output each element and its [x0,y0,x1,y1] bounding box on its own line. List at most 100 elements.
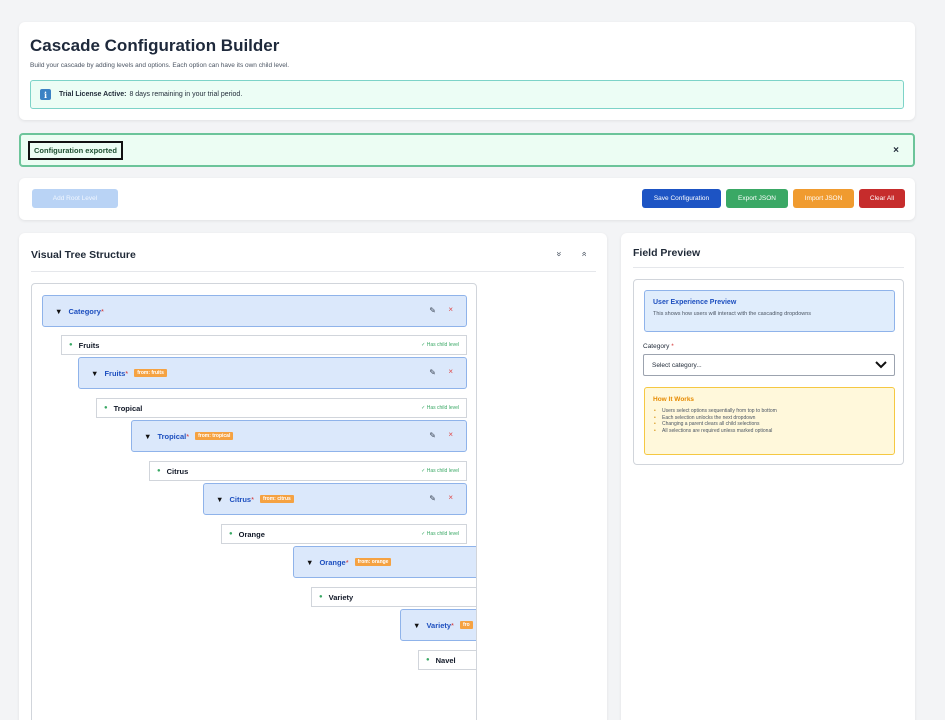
required-mark: * [251,494,255,504]
edit-icon[interactable]: ✎ [429,368,436,377]
required-mark: * [451,620,454,630]
page-title: Cascade Configuration Builder [30,36,280,55]
collapse-triangle-icon[interactable]: ▼ [306,558,313,567]
divider [31,271,596,272]
has-child-label: ✓ Has child level [421,468,459,474]
has-child-label: ✓ Has child level [421,531,459,537]
has-child-label: ✓ Has child level [421,342,459,348]
category-select[interactable]: Select category... [643,354,895,376]
required-mark: * [125,368,129,378]
tree-option[interactable]: ● Fruits ✓ Has child level [61,335,467,355]
has-child-label: ✓ Has child level [421,405,459,411]
save-configuration-button[interactable]: Save Configuration [642,189,721,208]
tree-panel: Visual Tree Structure » » ▼ Category * ✎ … [19,233,607,720]
category-label: Category * [643,343,674,350]
required-mark: * [100,306,104,316]
info-icon: i [40,89,51,100]
toolbar: Add Root Level Save Configuration Export… [19,178,915,220]
expand-all-icon[interactable]: » [579,251,589,256]
tree-option[interactable]: ● Tropical ✓ Has child level [96,398,467,418]
option-name: Citrus [166,466,189,476]
option-name: Orange [238,529,265,539]
collapse-triangle-icon[interactable]: ▼ [91,369,98,378]
option-dot-icon: ● [229,531,233,537]
required-mark: * [186,431,190,441]
from-badge: fro [459,621,473,629]
option-dot-icon: ● [426,657,430,663]
option-dot-icon: ● [104,405,108,411]
edit-icon[interactable]: ✎ [429,494,436,503]
tree-title: Visual Tree Structure [31,249,136,261]
tree-level[interactable]: ▼ Variety * fro [400,609,476,641]
list-item: All selections are required unless marke… [653,428,886,435]
import-json-button[interactable]: Import JSON [793,189,854,208]
collapse-triangle-icon[interactable]: ▼ [55,307,62,316]
tree-option[interactable]: ● Navel [418,650,476,670]
option-dot-icon: ● [157,468,161,474]
export-json-button[interactable]: Export JSON [726,189,788,208]
collapse-triangle-icon[interactable]: ▼ [413,621,420,630]
tree-level[interactable]: ▼ Citrus * from: citrus ✎ × [203,483,467,515]
collapse-triangle-icon[interactable]: ▼ [216,495,223,504]
field-preview-panel: Field Preview User Experience Preview Th… [621,233,915,720]
delete-icon[interactable]: × [448,367,453,376]
preview-title: Field Preview [633,247,701,259]
license-label: Trial License Active: [59,91,127,98]
category-label-text: Category [643,343,670,350]
option-dot-icon: ● [69,342,73,348]
add-root-level-button[interactable]: Add Root Level [32,189,118,208]
from-badge: from: citrus [260,495,294,503]
list-item: Changing a parent clears all child selec… [653,421,886,428]
delete-icon[interactable]: × [448,493,453,502]
tree-option[interactable]: ● Orange ✓ Has child level [221,524,467,544]
clear-all-button[interactable]: Clear All [859,189,905,208]
how-it-works-box: How It Works Users select options sequen… [644,387,895,455]
page-subtitle: Build your cascade by adding levels and … [30,62,290,69]
ux-preview-box: User Experience Preview This shows how u… [644,290,895,332]
collapse-triangle-icon[interactable]: ▼ [144,432,151,441]
tree-level[interactable]: ▼ Fruits * from: fruits ✎ × [78,357,467,389]
from-badge: from: fruits [134,369,167,377]
tree-container: ▼ Category * ✎ × ● Fruits ✓ Has child lev… [31,283,477,720]
ux-preview-desc: This shows how users will interact with … [653,311,812,317]
delete-icon[interactable]: × [448,305,453,314]
preview-container: User Experience Preview This shows how u… [633,279,904,465]
tree-level[interactable]: ▼ Orange * from: orange [293,546,476,578]
option-name: Variety [328,592,354,602]
license-banner: i Trial License Active: 8 days remaining… [30,80,904,109]
ux-preview-title: User Experience Preview [653,299,737,306]
level-name: Variety [426,620,452,630]
list-item: Each selection unlocks the next dropdown [653,415,886,422]
level-name: Orange [319,557,346,567]
collapse-all-icon[interactable]: » [555,251,565,256]
level-name: Tropical [157,431,187,441]
required-mark: * [671,343,674,350]
list-item: Users select options sequentially from t… [653,408,886,415]
chevron-down-icon [875,361,887,369]
from-badge: from: tropical [195,432,234,440]
export-toast: Configuration exported × [19,133,915,167]
header-card: Cascade Configuration Builder Build your… [19,22,915,120]
level-name: Fruits [104,368,126,378]
option-name: Fruits [78,340,100,350]
how-it-works-list: Users select options sequentially from t… [653,408,886,434]
option-name: Navel [435,655,456,665]
how-it-works-title: How It Works [653,396,695,403]
level-name: Category [68,306,101,316]
option-name: Tropical [113,403,143,413]
edit-icon[interactable]: ✎ [429,431,436,440]
tree-option[interactable]: ● Citrus ✓ Has child level [149,461,467,481]
edit-icon[interactable]: ✎ [429,306,436,315]
required-mark: * [345,557,349,567]
delete-icon[interactable]: × [448,430,453,439]
license-text: 8 days remaining in your trial period. [129,91,243,98]
option-dot-icon: ● [319,594,323,600]
toast-message: Configuration exported [28,141,123,160]
level-name: Citrus [229,494,252,504]
tree-level[interactable]: ▼ Tropical * from: tropical ✎ × [131,420,467,452]
tree-option[interactable]: ● Variety [311,587,476,607]
close-icon[interactable]: × [893,145,899,156]
divider [633,267,904,268]
tree-level[interactable]: ▼ Category * ✎ × [42,295,467,327]
select-placeholder: Select category... [652,361,702,369]
